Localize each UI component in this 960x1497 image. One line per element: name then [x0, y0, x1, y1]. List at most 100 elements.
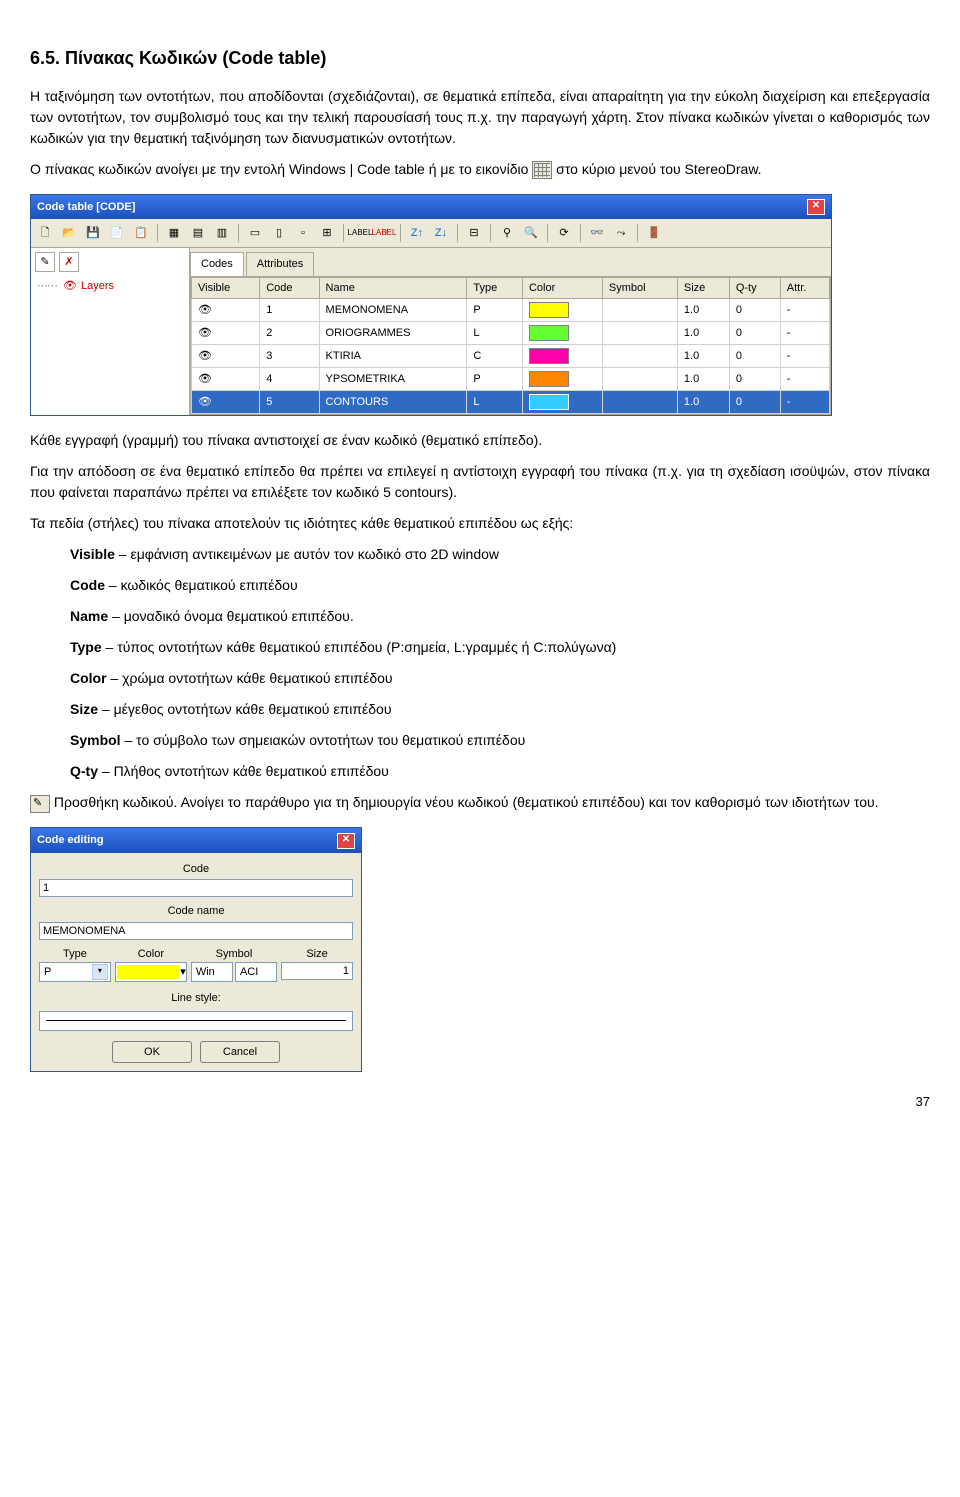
size-cell: 1.0 [677, 391, 729, 414]
color-cell [522, 391, 602, 414]
column-header[interactable]: Symbol [602, 277, 677, 299]
column-header[interactable]: Color [522, 277, 602, 299]
paste-icon[interactable]: 📋 [130, 222, 152, 244]
size-input[interactable] [281, 962, 353, 980]
dialog-title: Code editing [37, 832, 104, 849]
attr-cell: - [780, 368, 829, 391]
table-row[interactable]: 👁3KTIRIAC1.00- [192, 345, 830, 368]
table-row[interactable]: 👁4YPSOMETRIKAP1.00- [192, 368, 830, 391]
refresh-icon[interactable]: ⟳ [553, 222, 575, 244]
linestyle-select[interactable] [39, 1011, 353, 1031]
new-file-icon[interactable]: 🗋 [34, 222, 56, 244]
label-icon[interactable]: LABEL [349, 222, 371, 244]
color-cell [522, 345, 602, 368]
tab-codes[interactable]: Codes [190, 252, 244, 276]
grid-icon[interactable]: ▤ [187, 222, 209, 244]
close-button[interactable]: ✕ [807, 199, 825, 215]
section-heading: 6.5. Πίνακας Κωδικών (Code table) [30, 45, 930, 72]
copy-icon[interactable]: 📄 [106, 222, 128, 244]
field-desc: – το σύμβολο των σημειακών οντοτήτων του… [121, 732, 526, 748]
symbol-cell [602, 322, 677, 345]
code-grid: VisibleCodeNameTypeColorSymbolSizeQ-tyAt… [190, 276, 831, 416]
field-definition: Name – μοναδικό όνομα θεματικού επιπέδου… [70, 606, 930, 627]
type-cell: L [467, 391, 523, 414]
visible-cell: 👁 [192, 322, 260, 345]
field-name: Color [70, 670, 107, 686]
exit-icon[interactable]: 🚪 [643, 222, 665, 244]
label-off-icon[interactable]: LAB̸EL [373, 222, 395, 244]
name-cell: YPSOMETRIKA [319, 368, 467, 391]
new-layer-icon[interactable]: ✎ [35, 252, 55, 272]
open-file-icon[interactable]: 📂 [58, 222, 80, 244]
dialog-close-button[interactable]: ✕ [337, 833, 355, 849]
merge-icon[interactable]: ▥ [211, 222, 233, 244]
color-cell [522, 299, 602, 322]
type-cell: C [467, 345, 523, 368]
field-name: Size [70, 701, 98, 717]
visible-cell: 👁 [192, 299, 260, 322]
symbol-win-button[interactable]: Win [191, 962, 233, 982]
type-cell: P [467, 368, 523, 391]
symbol-aci-button[interactable]: ACI [235, 962, 277, 982]
color-select[interactable]: ▾ [115, 962, 187, 982]
search-icon[interactable]: 🔍 [520, 222, 542, 244]
cancel-button[interactable]: Cancel [200, 1041, 280, 1063]
tree-icon[interactable]: ⊟ [463, 222, 485, 244]
field-definition: Code – κωδικός θεματικού επιπέδου [70, 575, 930, 596]
filter-icon[interactable]: ⚲ [496, 222, 518, 244]
paragraph-6: Προσθήκη κωδικού. Ανοίγει το παράθυρο γι… [30, 792, 930, 813]
attr-cell: - [780, 345, 829, 368]
size-cell: 1.0 [677, 299, 729, 322]
dialog-titlebar: Code editing ✕ [31, 828, 361, 853]
find-next-icon[interactable]: ⤳ [610, 222, 632, 244]
table-row[interactable]: 👁1MEMONOMENAP1.00- [192, 299, 830, 322]
save-icon[interactable]: 💾 [82, 222, 104, 244]
col-icon[interactable]: ▯ [268, 222, 290, 244]
codename-input[interactable] [39, 922, 353, 940]
cell-icon[interactable]: ▫ [292, 222, 314, 244]
field-definition: Size – μέγεθος οντοτήτων κάθε θεματικού … [70, 699, 930, 720]
table-icon[interactable]: ▦ [163, 222, 185, 244]
tab-attributes[interactable]: Attributes [246, 252, 314, 276]
delete-layer-icon[interactable]: ✗ [59, 252, 79, 272]
column-header[interactable]: Attr. [780, 277, 829, 299]
table2-icon[interactable]: ⊞ [316, 222, 338, 244]
field-name: Code [70, 577, 105, 593]
symbol-label: Symbol [191, 946, 277, 963]
visible-cell: 👁 [192, 368, 260, 391]
column-header[interactable]: Code [260, 277, 319, 299]
column-header[interactable]: Type [467, 277, 523, 299]
layers-node[interactable]: ⋯⋯ 👁 Layers [35, 276, 185, 297]
color-label: Color [115, 946, 187, 963]
tabs: Codes Attributes [190, 248, 831, 276]
code-editing-dialog: Code editing ✕ Code Code name Type P ▾ C… [30, 827, 362, 1072]
paragraph-5: Τα πεδία (στήλες) του πίνακα αποτελούν τ… [30, 513, 930, 534]
row-icon[interactable]: ▭ [244, 222, 266, 244]
field-desc: – τύπος οντοτήτων κάθε θεματικού επιπέδο… [102, 639, 617, 655]
sort-z-icon[interactable]: Z↑ [406, 222, 428, 244]
field-desc: – χρώμα οντοτήτων κάθε θεματικού επιπέδο… [107, 670, 393, 686]
attr-cell: - [780, 299, 829, 322]
color-cell [522, 322, 602, 345]
add-code-icon [30, 795, 50, 813]
code-cell: 2 [260, 322, 319, 345]
field-desc: – μοναδικό όνομα θεματικού επιπέδου. [108, 608, 354, 624]
page-number: 37 [30, 1092, 930, 1112]
column-header[interactable]: Visible [192, 277, 260, 299]
binoculars-icon[interactable]: 👓 [586, 222, 608, 244]
type-select[interactable]: P ▾ [39, 962, 111, 982]
type-label: Type [39, 946, 111, 963]
para2-text-a: Ο πίνακας κωδικών ανοίγει με την εντολή … [30, 161, 532, 177]
ok-button[interactable]: OK [112, 1041, 192, 1063]
table-row[interactable]: 👁2ORIOGRAMMESL1.00- [192, 322, 830, 345]
column-header[interactable]: Q-ty [729, 277, 780, 299]
qty-cell: 0 [729, 345, 780, 368]
code-input[interactable] [39, 879, 353, 897]
column-header[interactable]: Name [319, 277, 467, 299]
sort-z-down-icon[interactable]: Z↓ [430, 222, 452, 244]
toolbar: 🗋 📂 💾 📄 📋 ▦ ▤ ▥ ▭ ▯ ▫ ⊞ LABEL LAB̸EL Z↑ … [31, 219, 831, 248]
para6-text: Προσθήκη κωδικού. Ανοίγει το παράθυρο γι… [54, 794, 879, 810]
column-header[interactable]: Size [677, 277, 729, 299]
table-row[interactable]: 👁5CONTOURSL1.00- [192, 391, 830, 414]
field-desc: – εμφάνιση αντικειμένων με αυτόν τον κωδ… [115, 546, 499, 562]
